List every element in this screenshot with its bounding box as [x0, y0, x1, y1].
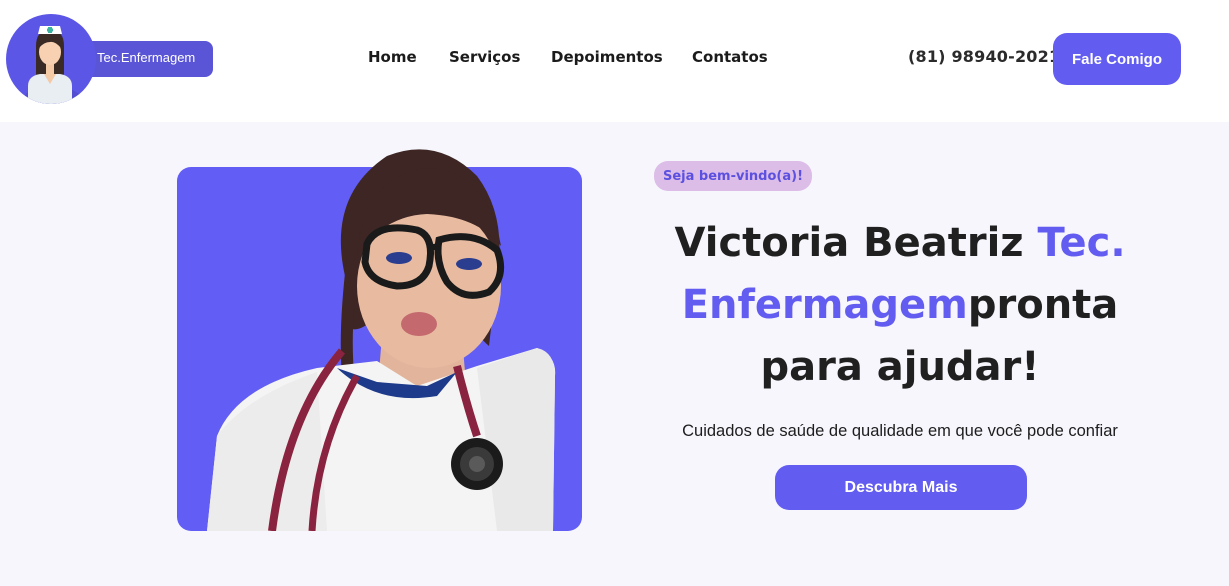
welcome-badge: Seja bem-vindo(a)!: [654, 161, 813, 191]
brand-logo[interactable]: Tec.Enfermagem: [6, 14, 216, 106]
phone-number[interactable]: (81) 98940-2021: [908, 47, 1060, 66]
hero-section: Seja bem-vindo(a)! Victoria Beatriz Tec.…: [0, 122, 1229, 586]
discover-more-button[interactable]: Descubra Mais: [775, 465, 1027, 510]
nav-item-contatos[interactable]: Contatos: [692, 48, 768, 66]
nav-item-depoimentos[interactable]: Depoimentos: [551, 48, 663, 66]
nurse-avatar-icon: [6, 14, 96, 104]
nurse-portrait: [177, 136, 582, 531]
hero-subtitle: Cuidados de saúde de qualidade em que vo…: [682, 422, 1118, 440]
hero-headline: Victoria Beatriz Tec. Enfermagempronta p…: [640, 212, 1160, 398]
brand-name: Tec.Enfermagem: [97, 50, 196, 65]
site-header: Tec.Enfermagem Home Serviços Depoimentos…: [0, 0, 1229, 122]
contact-button[interactable]: Fale Comigo: [1053, 33, 1181, 85]
nav-item-servicos[interactable]: Serviços: [449, 48, 520, 66]
headline-name: Victoria Beatriz: [674, 220, 1038, 266]
nav-item-home[interactable]: Home: [368, 48, 417, 66]
